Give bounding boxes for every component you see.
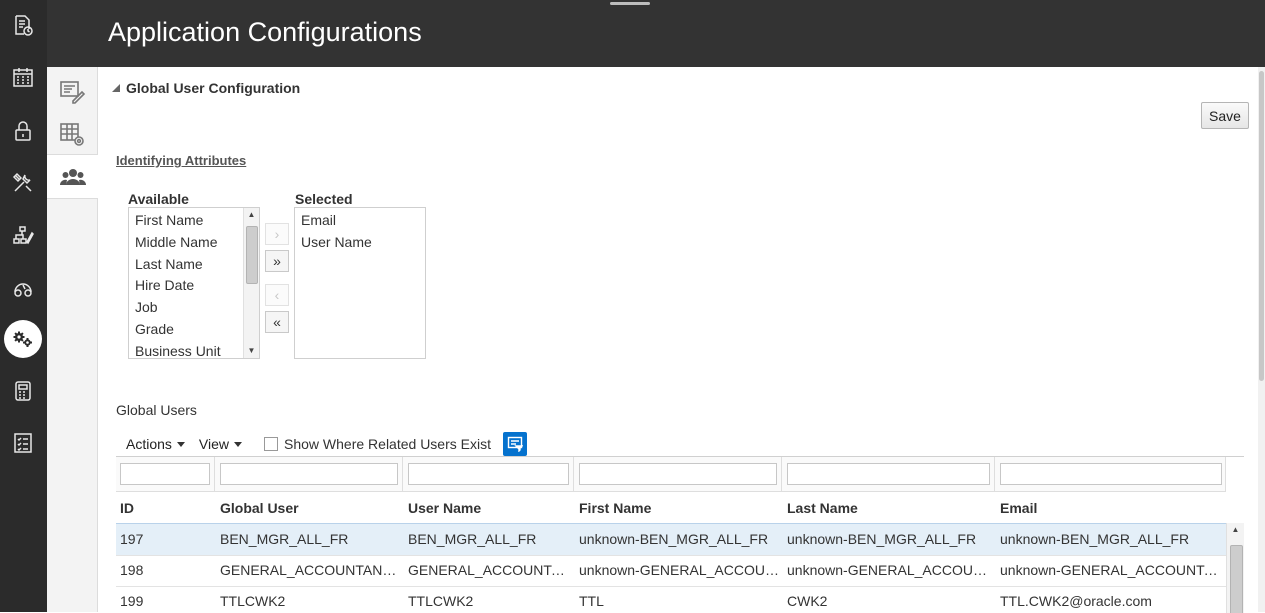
actions-menu[interactable]: Actions bbox=[126, 436, 185, 452]
filter-user-name-input[interactable] bbox=[408, 463, 569, 485]
available-option[interactable]: Last Name bbox=[129, 254, 259, 276]
filter-first-name-input[interactable] bbox=[579, 463, 777, 485]
collapse-triangle-icon[interactable] bbox=[112, 84, 120, 92]
pane-scrollbar[interactable] bbox=[1258, 67, 1265, 612]
cell-first-name: unknown-GENERAL_ACCOUN… bbox=[579, 561, 779, 578]
selected-option[interactable]: Email bbox=[295, 210, 425, 232]
table-toolbar: Actions View Show Where Related Users Ex… bbox=[126, 431, 527, 457]
vertical-tab-strip bbox=[47, 67, 98, 612]
move-all-button[interactable]: » bbox=[265, 250, 289, 272]
reports-icon[interactable] bbox=[4, 6, 42, 44]
cell-last-name: CWK2 bbox=[787, 593, 828, 609]
table-scrollbar[interactable]: ▲ bbox=[1226, 523, 1244, 613]
scroll-up-icon[interactable]: ▲ bbox=[244, 208, 259, 222]
available-listbox[interactable]: First Name Middle Name Last Name Hire Date J… bbox=[128, 207, 260, 359]
tab-edit-config[interactable] bbox=[47, 69, 97, 112]
show-related-users-checkbox[interactable] bbox=[264, 437, 279, 451]
column-header-global-user[interactable]: Global User bbox=[220, 500, 299, 516]
remove-all-button[interactable]: « bbox=[265, 311, 289, 333]
cell-email: TTL.CWK2@oracle.com bbox=[1000, 593, 1152, 609]
available-option[interactable]: Middle Name bbox=[129, 232, 259, 254]
show-related-users-label: Show Where Related Users Exist bbox=[284, 436, 491, 452]
available-scrollbar[interactable]: ▲ ▼ bbox=[243, 208, 259, 358]
scroll-thumb[interactable] bbox=[246, 226, 258, 284]
scroll-down-icon[interactable]: ▼ bbox=[244, 344, 259, 358]
save-button[interactable]: Save bbox=[1201, 102, 1249, 129]
cell-user-name: BEN_MGR_ALL_FR bbox=[408, 531, 537, 547]
remove-selected-button[interactable]: ‹ bbox=[265, 284, 289, 306]
cell-first-name: TTL bbox=[579, 593, 604, 609]
tools-icon[interactable] bbox=[4, 164, 42, 202]
main-content: Global User Configuration Save Identifyi… bbox=[98, 67, 1258, 613]
table-settings-icon bbox=[60, 122, 84, 146]
cell-last-name: unknown-GENERAL_ACCOUNT… bbox=[787, 561, 992, 578]
chevron-down-icon bbox=[176, 442, 185, 447]
selected-listbox[interactable]: Email User Name bbox=[294, 207, 426, 359]
calculator-icon[interactable] bbox=[4, 372, 42, 410]
cell-global-user: BEN_MGR_ALL_FR bbox=[220, 531, 349, 547]
move-selected-button[interactable]: › bbox=[265, 223, 289, 245]
drag-handle[interactable] bbox=[610, 2, 650, 5]
column-header-user-name[interactable]: User Name bbox=[408, 500, 481, 516]
selected-option[interactable]: User Name bbox=[295, 232, 425, 254]
available-option[interactable]: Grade bbox=[129, 319, 259, 341]
section-title: Global User Configuration bbox=[126, 80, 301, 96]
edit-config-icon bbox=[60, 80, 86, 104]
view-menu[interactable]: View bbox=[199, 436, 243, 452]
available-option[interactable]: Hire Date bbox=[129, 275, 259, 297]
tab-table-settings[interactable] bbox=[47, 112, 97, 155]
filter-last-name-input[interactable] bbox=[787, 463, 990, 485]
cell-id: 199 bbox=[120, 593, 144, 609]
table-header-row: ID Global User User Name First Name Last Nam… bbox=[116, 492, 1226, 523]
column-header-first-name[interactable]: First Name bbox=[579, 500, 651, 516]
dashboard-icon[interactable] bbox=[4, 268, 42, 306]
page-title: Application Configurations bbox=[108, 17, 422, 47]
column-header-email[interactable]: Email bbox=[1000, 500, 1037, 516]
navigation-rail bbox=[0, 0, 47, 612]
cell-user-name: TTLCWK2 bbox=[408, 593, 474, 609]
scroll-thumb[interactable] bbox=[1230, 545, 1243, 613]
available-option[interactable]: Business Unit bbox=[129, 341, 259, 363]
cell-id: 198 bbox=[120, 561, 144, 578]
table-row[interactable]: 199 TTLCWK2 TTLCWK2 TTL CWK2 TTL.CWK2@oracle.… bbox=[116, 586, 1226, 613]
lock-icon[interactable] bbox=[4, 112, 42, 150]
filter-row bbox=[116, 457, 1226, 492]
scroll-thumb[interactable] bbox=[1259, 71, 1264, 381]
cell-last-name: unknown-BEN_MGR_ALL_FR bbox=[787, 531, 977, 547]
filter-id-input[interactable] bbox=[120, 463, 210, 485]
checklist-icon[interactable] bbox=[4, 424, 42, 462]
selected-label: Selected bbox=[295, 191, 353, 207]
global-users-table: ID Global User User Name First Name Last Nam… bbox=[116, 456, 1244, 613]
cell-id: 197 bbox=[120, 531, 144, 547]
section-header[interactable]: Global User Configuration bbox=[112, 80, 300, 96]
cell-email: unknown-GENERAL_ACCOUNTAN… bbox=[1000, 561, 1222, 578]
cell-email: unknown-BEN_MGR_ALL_FR bbox=[1000, 531, 1190, 547]
table-row[interactable]: 198 GENERAL_ACCOUNTANT_… GENERAL_ACCOUNTAN… bbox=[116, 555, 1226, 587]
table-row[interactable]: 197 BEN_MGR_ALL_FR BEN_MGR_ALL_FR unknown-B… bbox=[116, 523, 1226, 556]
column-header-last-name[interactable]: Last Name bbox=[787, 500, 858, 516]
query-by-example-button[interactable] bbox=[502, 432, 527, 456]
chevron-down-icon bbox=[234, 442, 243, 447]
filter-icon bbox=[507, 436, 523, 452]
filter-email-input[interactable] bbox=[1000, 463, 1222, 485]
cell-global-user: TTLCWK2 bbox=[220, 593, 286, 609]
page-header: Application Configurations bbox=[47, 0, 1265, 67]
users-icon bbox=[59, 168, 86, 185]
calendar-icon[interactable] bbox=[4, 58, 42, 96]
cell-global-user: GENERAL_ACCOUNTANT_… bbox=[220, 561, 400, 578]
available-option[interactable]: First Name bbox=[129, 210, 259, 232]
column-header-id[interactable]: ID bbox=[120, 500, 134, 516]
cell-user-name: GENERAL_ACCOUNTAN… bbox=[408, 561, 571, 578]
hierarchy-edit-icon[interactable] bbox=[4, 217, 42, 255]
identifying-attributes-heading: Identifying Attributes bbox=[116, 153, 247, 168]
tab-users[interactable] bbox=[47, 154, 98, 199]
global-users-heading: Global Users bbox=[116, 402, 197, 418]
scroll-up-icon[interactable]: ▲ bbox=[1227, 525, 1244, 534]
available-option[interactable]: Job bbox=[129, 297, 259, 319]
available-label: Available bbox=[128, 191, 189, 207]
filter-global-user-input[interactable] bbox=[220, 463, 398, 485]
gears-icon[interactable] bbox=[4, 320, 42, 358]
cell-first-name: unknown-BEN_MGR_ALL_FR bbox=[579, 531, 769, 547]
